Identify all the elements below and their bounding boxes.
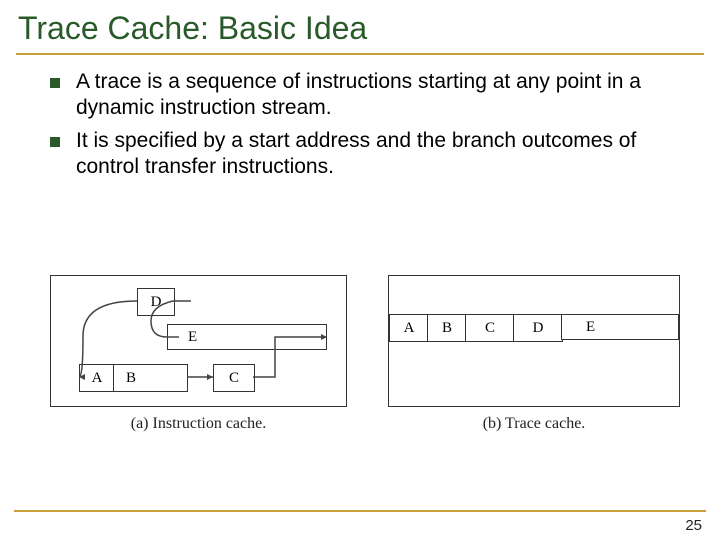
slide: Trace Cache: Basic Idea A trace is a seq… [0, 0, 720, 540]
block-b: B [113, 364, 149, 392]
block-c: C [213, 364, 255, 392]
figure-b-caption: (b) Trace cache. [483, 415, 586, 433]
tape-e: E [561, 314, 679, 340]
block-blank1 [147, 364, 188, 392]
tape-c: C [465, 314, 515, 342]
tape-b: B [427, 314, 467, 342]
figure-a: A B C D E [50, 275, 347, 433]
page-number: 25 [685, 517, 702, 534]
figure-a-caption: (a) Instruction cache. [131, 415, 266, 433]
block-a: A [79, 364, 115, 392]
block-e: E [167, 324, 327, 350]
block-d: D [137, 288, 175, 316]
figure-b-box: A B C D E [388, 275, 680, 407]
tape-a: A [389, 314, 429, 342]
square-bullet-icon [50, 78, 60, 88]
tape-d: D [513, 314, 563, 342]
bullet-text: It is specified by a start address and t… [76, 128, 690, 181]
bullet-text: A trace is a sequence of instructions st… [76, 69, 690, 122]
square-bullet-icon [50, 137, 60, 147]
figures-row: A B C D E [50, 275, 680, 433]
footer-underline [14, 510, 706, 512]
bullet-item: It is specified by a start address and t… [50, 128, 690, 181]
slide-title: Trace Cache: Basic Idea [0, 0, 720, 47]
figure-a-box: A B C D E [50, 275, 347, 407]
body-text: A trace is a sequence of instructions st… [0, 55, 720, 180]
bullet-item: A trace is a sequence of instructions st… [50, 69, 690, 122]
figure-b: A B C D E (b) Trace cache. [388, 275, 680, 433]
